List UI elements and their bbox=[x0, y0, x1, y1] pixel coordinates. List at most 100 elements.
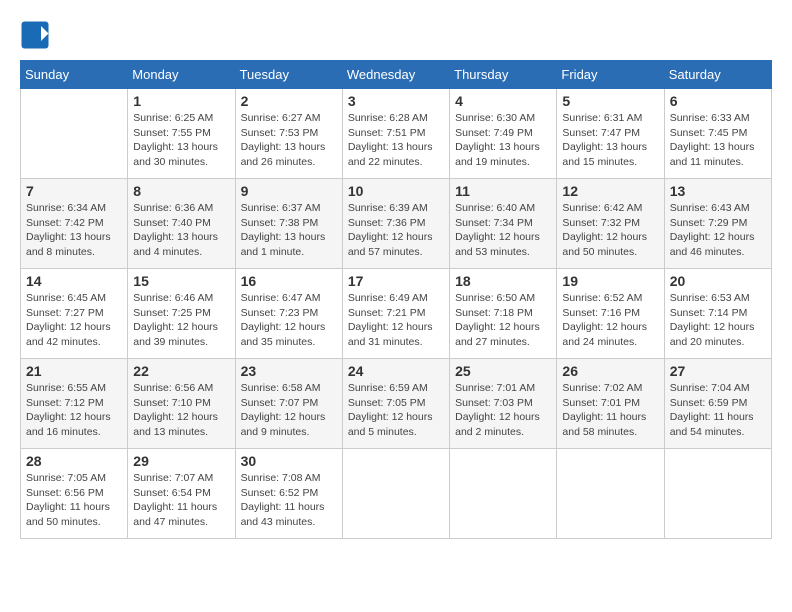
day-cell: 23 Sunrise: 6:58 AM Sunset: 7:07 PM Dayli… bbox=[235, 359, 342, 449]
day-info: Sunrise: 6:37 AM Sunset: 7:38 PM Dayligh… bbox=[241, 201, 337, 260]
day-info: Sunrise: 6:56 AM Sunset: 7:10 PM Dayligh… bbox=[133, 381, 229, 440]
column-header-saturday: Saturday bbox=[664, 61, 771, 89]
day-info: Sunrise: 7:08 AM Sunset: 6:52 PM Dayligh… bbox=[241, 471, 337, 530]
day-info: Sunrise: 6:45 AM Sunset: 7:27 PM Dayligh… bbox=[26, 291, 122, 350]
day-info: Sunrise: 6:39 AM Sunset: 7:36 PM Dayligh… bbox=[348, 201, 444, 260]
day-info: Sunrise: 6:28 AM Sunset: 7:51 PM Dayligh… bbox=[348, 111, 444, 170]
column-header-monday: Monday bbox=[128, 61, 235, 89]
day-info: Sunrise: 7:07 AM Sunset: 6:54 PM Dayligh… bbox=[133, 471, 229, 530]
day-number: 15 bbox=[133, 273, 229, 289]
day-cell bbox=[342, 449, 449, 539]
week-row-4: 21 Sunrise: 6:55 AM Sunset: 7:12 PM Dayli… bbox=[21, 359, 772, 449]
day-cell: 30 Sunrise: 7:08 AM Sunset: 6:52 PM Dayli… bbox=[235, 449, 342, 539]
column-header-sunday: Sunday bbox=[21, 61, 128, 89]
day-number: 16 bbox=[241, 273, 337, 289]
day-cell: 29 Sunrise: 7:07 AM Sunset: 6:54 PM Dayli… bbox=[128, 449, 235, 539]
week-row-1: 1 Sunrise: 6:25 AM Sunset: 7:55 PM Daylig… bbox=[21, 89, 772, 179]
day-number: 4 bbox=[455, 93, 551, 109]
day-number: 23 bbox=[241, 363, 337, 379]
day-info: Sunrise: 6:36 AM Sunset: 7:40 PM Dayligh… bbox=[133, 201, 229, 260]
header-row: SundayMondayTuesdayWednesdayThursdayFrid… bbox=[21, 61, 772, 89]
day-number: 13 bbox=[670, 183, 766, 199]
day-cell: 14 Sunrise: 6:45 AM Sunset: 7:27 PM Dayli… bbox=[21, 269, 128, 359]
day-cell: 28 Sunrise: 7:05 AM Sunset: 6:56 PM Dayli… bbox=[21, 449, 128, 539]
day-number: 8 bbox=[133, 183, 229, 199]
day-number: 12 bbox=[562, 183, 658, 199]
day-info: Sunrise: 6:25 AM Sunset: 7:55 PM Dayligh… bbox=[133, 111, 229, 170]
column-header-friday: Friday bbox=[557, 61, 664, 89]
day-cell: 24Sunrise: 6:59 AM Sunset: 7:05 PM Dayli… bbox=[342, 359, 449, 449]
week-row-3: 14 Sunrise: 6:45 AM Sunset: 7:27 PM Dayli… bbox=[21, 269, 772, 359]
day-cell bbox=[664, 449, 771, 539]
day-cell: 13 Sunrise: 6:43 AM Sunset: 7:29 PM Dayli… bbox=[664, 179, 771, 269]
day-number: 29 bbox=[133, 453, 229, 469]
logo bbox=[20, 20, 54, 50]
day-info: Sunrise: 6:52 AM Sunset: 7:16 PM Dayligh… bbox=[562, 291, 658, 350]
day-number: 6 bbox=[670, 93, 766, 109]
day-cell: 4 Sunrise: 6:30 AM Sunset: 7:49 PM Daylig… bbox=[450, 89, 557, 179]
day-info: Sunrise: 6:55 AM Sunset: 7:12 PM Dayligh… bbox=[26, 381, 122, 440]
day-number: 14 bbox=[26, 273, 122, 289]
column-header-tuesday: Tuesday bbox=[235, 61, 342, 89]
day-info: Sunrise: 6:46 AM Sunset: 7:25 PM Dayligh… bbox=[133, 291, 229, 350]
day-cell: 8 Sunrise: 6:36 AM Sunset: 7:40 PM Daylig… bbox=[128, 179, 235, 269]
day-number: 9 bbox=[241, 183, 337, 199]
day-info: Sunrise: 6:31 AM Sunset: 7:47 PM Dayligh… bbox=[562, 111, 658, 170]
day-number: 21 bbox=[26, 363, 122, 379]
day-info: Sunrise: 6:27 AM Sunset: 7:53 PM Dayligh… bbox=[241, 111, 337, 170]
day-cell: 11Sunrise: 6:40 AM Sunset: 7:34 PM Dayli… bbox=[450, 179, 557, 269]
calendar-table: SundayMondayTuesdayWednesdayThursdayFrid… bbox=[20, 60, 772, 539]
day-cell: 16 Sunrise: 6:47 AM Sunset: 7:23 PM Dayli… bbox=[235, 269, 342, 359]
day-info: Sunrise: 6:47 AM Sunset: 7:23 PM Dayligh… bbox=[241, 291, 337, 350]
day-info: Sunrise: 6:53 AM Sunset: 7:14 PM Dayligh… bbox=[670, 291, 766, 350]
day-cell: 2 Sunrise: 6:27 AM Sunset: 7:53 PM Daylig… bbox=[235, 89, 342, 179]
day-cell: 10Sunrise: 6:39 AM Sunset: 7:36 PM Dayli… bbox=[342, 179, 449, 269]
day-info: Sunrise: 7:02 AM Sunset: 7:01 PM Dayligh… bbox=[562, 381, 658, 440]
day-cell: 5Sunrise: 6:31 AM Sunset: 7:47 PM Daylig… bbox=[557, 89, 664, 179]
day-cell: 22 Sunrise: 6:56 AM Sunset: 7:10 PM Dayli… bbox=[128, 359, 235, 449]
day-cell: 6 Sunrise: 6:33 AM Sunset: 7:45 PM Daylig… bbox=[664, 89, 771, 179]
day-info: Sunrise: 6:58 AM Sunset: 7:07 PM Dayligh… bbox=[241, 381, 337, 440]
day-info: Sunrise: 7:05 AM Sunset: 6:56 PM Dayligh… bbox=[26, 471, 122, 530]
day-info: Sunrise: 6:42 AM Sunset: 7:32 PM Dayligh… bbox=[562, 201, 658, 260]
day-number: 22 bbox=[133, 363, 229, 379]
day-cell: 25Sunrise: 7:01 AM Sunset: 7:03 PM Dayli… bbox=[450, 359, 557, 449]
day-number: 3 bbox=[348, 93, 444, 109]
day-number: 2 bbox=[241, 93, 337, 109]
day-cell: 20 Sunrise: 6:53 AM Sunset: 7:14 PM Dayli… bbox=[664, 269, 771, 359]
day-info: Sunrise: 6:33 AM Sunset: 7:45 PM Dayligh… bbox=[670, 111, 766, 170]
day-info: Sunrise: 6:49 AM Sunset: 7:21 PM Dayligh… bbox=[348, 291, 444, 350]
day-info: Sunrise: 7:01 AM Sunset: 7:03 PM Dayligh… bbox=[455, 381, 551, 440]
day-cell: 17 Sunrise: 6:49 AM Sunset: 7:21 PM Dayli… bbox=[342, 269, 449, 359]
day-number: 30 bbox=[241, 453, 337, 469]
week-row-2: 7 Sunrise: 6:34 AM Sunset: 7:42 PM Daylig… bbox=[21, 179, 772, 269]
day-cell: 3 Sunrise: 6:28 AM Sunset: 7:51 PM Daylig… bbox=[342, 89, 449, 179]
day-number: 26 bbox=[562, 363, 658, 379]
day-number: 20 bbox=[670, 273, 766, 289]
day-cell: 9 Sunrise: 6:37 AM Sunset: 7:38 PM Daylig… bbox=[235, 179, 342, 269]
day-number: 7 bbox=[26, 183, 122, 199]
day-number: 11 bbox=[455, 183, 551, 199]
day-cell: 7 Sunrise: 6:34 AM Sunset: 7:42 PM Daylig… bbox=[21, 179, 128, 269]
day-cell: 1 Sunrise: 6:25 AM Sunset: 7:55 PM Daylig… bbox=[128, 89, 235, 179]
day-number: 1 bbox=[133, 93, 229, 109]
day-info: Sunrise: 7:04 AM Sunset: 6:59 PM Dayligh… bbox=[670, 381, 766, 440]
day-number: 19 bbox=[562, 273, 658, 289]
day-number: 28 bbox=[26, 453, 122, 469]
week-row-5: 28 Sunrise: 7:05 AM Sunset: 6:56 PM Dayli… bbox=[21, 449, 772, 539]
day-cell: 18Sunrise: 6:50 AM Sunset: 7:18 PM Dayli… bbox=[450, 269, 557, 359]
day-cell bbox=[450, 449, 557, 539]
day-info: Sunrise: 6:34 AM Sunset: 7:42 PM Dayligh… bbox=[26, 201, 122, 260]
day-number: 27 bbox=[670, 363, 766, 379]
column-header-wednesday: Wednesday bbox=[342, 61, 449, 89]
logo-icon bbox=[20, 20, 50, 50]
page-header bbox=[20, 20, 772, 50]
day-cell: 15 Sunrise: 6:46 AM Sunset: 7:25 PM Dayli… bbox=[128, 269, 235, 359]
day-info: Sunrise: 6:30 AM Sunset: 7:49 PM Dayligh… bbox=[455, 111, 551, 170]
day-number: 18 bbox=[455, 273, 551, 289]
day-cell: 26 Sunrise: 7:02 AM Sunset: 7:01 PM Dayli… bbox=[557, 359, 664, 449]
day-cell: 19 Sunrise: 6:52 AM Sunset: 7:16 PM Dayli… bbox=[557, 269, 664, 359]
day-cell bbox=[21, 89, 128, 179]
day-number: 17 bbox=[348, 273, 444, 289]
day-info: Sunrise: 6:43 AM Sunset: 7:29 PM Dayligh… bbox=[670, 201, 766, 260]
